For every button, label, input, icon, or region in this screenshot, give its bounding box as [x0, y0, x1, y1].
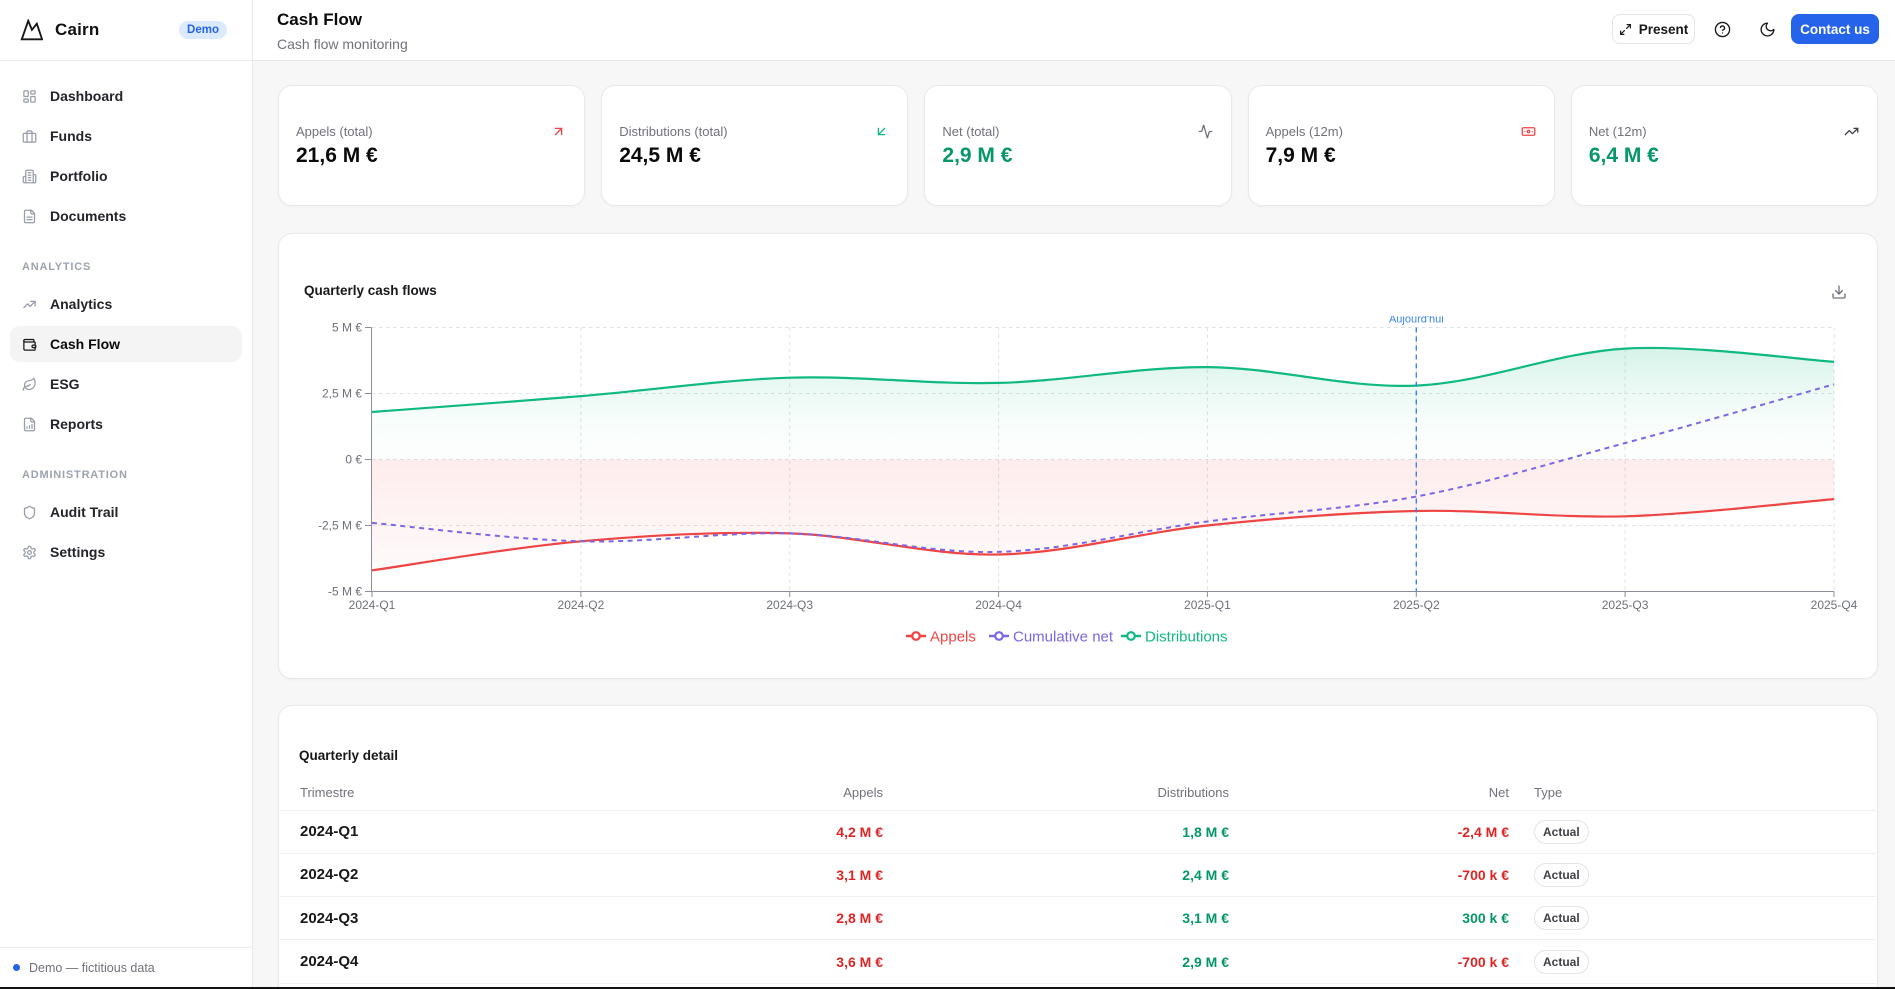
svg-text:2025-Q4: 2025-Q4	[1811, 598, 1858, 612]
svg-text:Cumulative net: Cumulative net	[1013, 629, 1114, 646]
svg-text:-5 M €: -5 M €	[328, 585, 362, 599]
svg-text:2025-Q2: 2025-Q2	[1393, 598, 1440, 612]
svg-text:2024-Q2: 2024-Q2	[558, 598, 605, 612]
svg-text:-2,5 M €: -2,5 M €	[318, 519, 362, 533]
svg-text:2024-Q1: 2024-Q1	[349, 598, 396, 612]
svg-text:Aujourd'hui: Aujourd'hui	[1389, 314, 1444, 326]
svg-text:Appels: Appels	[930, 629, 976, 646]
svg-text:5 M €: 5 M €	[332, 321, 362, 335]
svg-text:Distributions: Distributions	[1145, 629, 1228, 646]
svg-text:2024-Q4: 2024-Q4	[975, 598, 1022, 612]
svg-text:2,5 M €: 2,5 M €	[322, 387, 362, 401]
svg-text:0 €: 0 €	[345, 453, 362, 467]
svg-text:2025-Q3: 2025-Q3	[1602, 598, 1649, 612]
svg-text:2024-Q3: 2024-Q3	[766, 598, 813, 612]
svg-text:2025-Q1: 2025-Q1	[1184, 598, 1231, 612]
